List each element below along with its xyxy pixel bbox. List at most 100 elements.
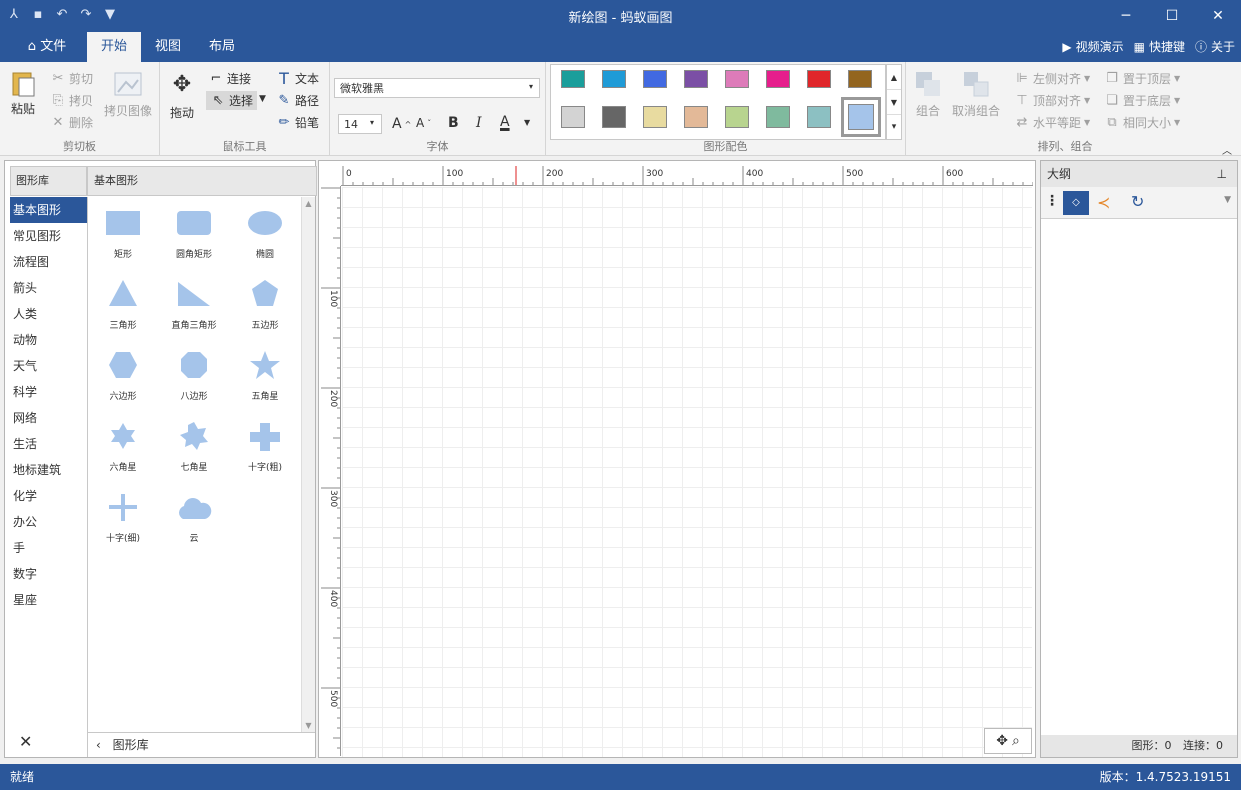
h-spacing-button[interactable]: ⇄ 水平等距 ▼ — [1014, 114, 1091, 131]
send-back-button[interactable]: ❏ 置于底层 ▼ — [1104, 92, 1180, 109]
shape-item[interactable]: 五边形 — [230, 276, 300, 346]
color-swatch[interactable] — [848, 70, 872, 88]
pin-icon[interactable]: ⊥ — [1217, 161, 1227, 187]
tab-layout[interactable]: 布局 — [198, 32, 246, 62]
shape-item[interactable]: 矩形 — [88, 205, 158, 275]
select-tool-button[interactable]: ⇖ 选择 — [206, 91, 258, 110]
category-item[interactable]: 天气 — [10, 353, 87, 379]
shape-item[interactable]: 椭圆 — [230, 205, 300, 275]
cut-button[interactable]: ✂ 剪切 — [50, 70, 93, 87]
shape-item[interactable]: 云 — [159, 489, 229, 559]
color-swatch[interactable] — [766, 106, 790, 128]
copy-image-button[interactable]: 拷贝图像 — [104, 70, 152, 119]
category-item[interactable]: 网络 — [10, 405, 87, 431]
bring-front-button[interactable]: ❐ 置于顶层 ▼ — [1104, 70, 1180, 87]
shape-scrollbar[interactable]: ▲ ▼ — [301, 197, 315, 732]
font-family-select[interactable] — [334, 78, 540, 98]
palette-up-icon[interactable]: ▲ — [887, 65, 901, 90]
category-item[interactable]: 数字 — [10, 561, 87, 587]
shape-item[interactable]: 八边形 — [159, 347, 229, 417]
more-options-icon[interactable]: ⋮ — [1045, 193, 1059, 209]
select-dropdown-icon[interactable]: ▼ — [259, 94, 266, 104]
color-swatch[interactable] — [807, 70, 831, 88]
shape-item[interactable]: 圆角矩形 — [159, 205, 229, 275]
category-item[interactable]: 化学 — [10, 483, 87, 509]
ungroup-button[interactable]: 取消组合 — [952, 70, 1000, 119]
delete-button[interactable]: ✕ 删除 — [50, 114, 93, 131]
collapse-ribbon-icon[interactable]: ︿ — [1222, 142, 1232, 157]
category-item[interactable]: 动物 — [10, 327, 87, 353]
pan-icon[interactable]: ✥ — [996, 733, 1008, 749]
align-left-button[interactable]: ⊫ 左侧对齐 ▼ — [1014, 70, 1090, 87]
color-swatch[interactable] — [643, 106, 667, 128]
outline-dropdown-icon[interactable]: ▼ — [1224, 195, 1231, 205]
color-swatch[interactable] — [643, 70, 667, 88]
font-size-select[interactable] — [338, 114, 382, 134]
shape-item[interactable]: 六边形 — [88, 347, 158, 417]
font-size-dropdown-icon[interactable]: ▾ — [370, 118, 374, 127]
drawing-canvas[interactable] — [342, 187, 1032, 757]
category-item[interactable]: 办公 — [10, 509, 87, 535]
color-swatch[interactable] — [561, 70, 585, 88]
color-swatch[interactable] — [725, 70, 749, 88]
shortcuts-button[interactable]: ▦ 快捷键 — [1134, 38, 1185, 55]
color-swatch[interactable] — [766, 70, 790, 88]
color-swatch[interactable] — [684, 106, 708, 128]
category-item[interactable]: 科学 — [10, 379, 87, 405]
increase-font-icon[interactable]: A ^ — [392, 116, 411, 132]
scroll-down-icon[interactable]: ▼ — [302, 721, 315, 730]
category-item[interactable]: 生活 — [10, 431, 87, 457]
shape-item[interactable]: 十字(粗) — [230, 418, 300, 488]
scroll-up-icon[interactable]: ▲ — [302, 199, 315, 208]
pan-zoom-control[interactable]: ✥ ⌕ — [984, 728, 1032, 754]
category-item[interactable]: 手 — [10, 535, 87, 561]
tab-view[interactable]: 视图 — [144, 32, 192, 62]
video-demo-button[interactable]: ▶ 视频演示 — [1062, 38, 1123, 55]
category-item[interactable]: 人类 — [10, 301, 87, 327]
selected-color-swatch[interactable] — [841, 97, 881, 137]
shape-item[interactable]: 七角星 — [159, 418, 229, 488]
copy-button[interactable]: ⎘ 拷贝 — [50, 92, 93, 109]
close-icon[interactable]: ✕ — [1195, 0, 1241, 32]
category-item[interactable]: 星座 — [10, 587, 87, 613]
minimize-icon[interactable]: ─ — [1103, 0, 1149, 32]
tab-home[interactable]: 开始 — [87, 32, 141, 62]
about-button[interactable]: ⓘ 关于 — [1195, 38, 1235, 55]
italic-button[interactable]: I — [476, 115, 482, 131]
path-tool-button[interactable]: ✎ 路径 — [276, 92, 319, 109]
text-tool-button[interactable]: T 文本 — [276, 69, 319, 88]
same-size-button[interactable]: ⧉ 相同大小 ▼ — [1104, 114, 1180, 131]
font-color-button[interactable]: A — [500, 114, 510, 130]
font-family-dropdown-icon[interactable]: ▾ — [529, 82, 533, 91]
group-button[interactable]: 组合 — [914, 70, 942, 119]
drag-tool-button[interactable]: ✥ 拖动 — [166, 68, 198, 121]
shape-item[interactable]: 六角星 — [88, 418, 158, 488]
color-swatch[interactable] — [684, 70, 708, 88]
color-swatch[interactable] — [561, 106, 585, 128]
connect-tool-button[interactable]: ⌐ 连接 — [208, 70, 251, 87]
shape-item[interactable]: 十字(细) — [88, 489, 158, 559]
share-icon[interactable]: ≺ — [1097, 193, 1110, 212]
pencil-tool-button[interactable]: ✏ 铅笔 — [276, 114, 319, 131]
category-item[interactable]: 基本图形 — [10, 197, 87, 223]
bold-button[interactable]: B — [448, 115, 459, 131]
color-swatch[interactable] — [602, 70, 626, 88]
close-library-icon[interactable]: ✕ — [19, 732, 32, 751]
palette-expand-icon[interactable]: ▾ — [887, 115, 901, 139]
align-top-button[interactable]: ⊤ 顶部对齐 ▼ — [1014, 92, 1090, 109]
color-swatch[interactable] — [807, 106, 831, 128]
shape-item[interactable]: 三角形 — [88, 276, 158, 346]
library-footer[interactable]: ‹ 图形库 — [88, 732, 315, 756]
font-color-dropdown-icon[interactable]: ▼ — [524, 118, 530, 127]
color-swatch[interactable] — [602, 106, 626, 128]
decrease-font-icon[interactable]: Aˇ — [416, 116, 431, 130]
auto-layout-icon[interactable]: ◇ — [1063, 191, 1089, 215]
refresh-icon[interactable]: ↻ — [1131, 192, 1144, 211]
paste-button[interactable]: 粘贴 — [8, 68, 38, 117]
palette-down-icon[interactable]: ▼ — [887, 90, 901, 115]
category-item[interactable]: 流程图 — [10, 249, 87, 275]
tab-file[interactable]: ⌂ 文件 — [18, 32, 76, 62]
shape-item[interactable]: 五角星 — [230, 347, 300, 417]
color-swatch[interactable] — [725, 106, 749, 128]
category-item[interactable]: 箭头 — [10, 275, 87, 301]
